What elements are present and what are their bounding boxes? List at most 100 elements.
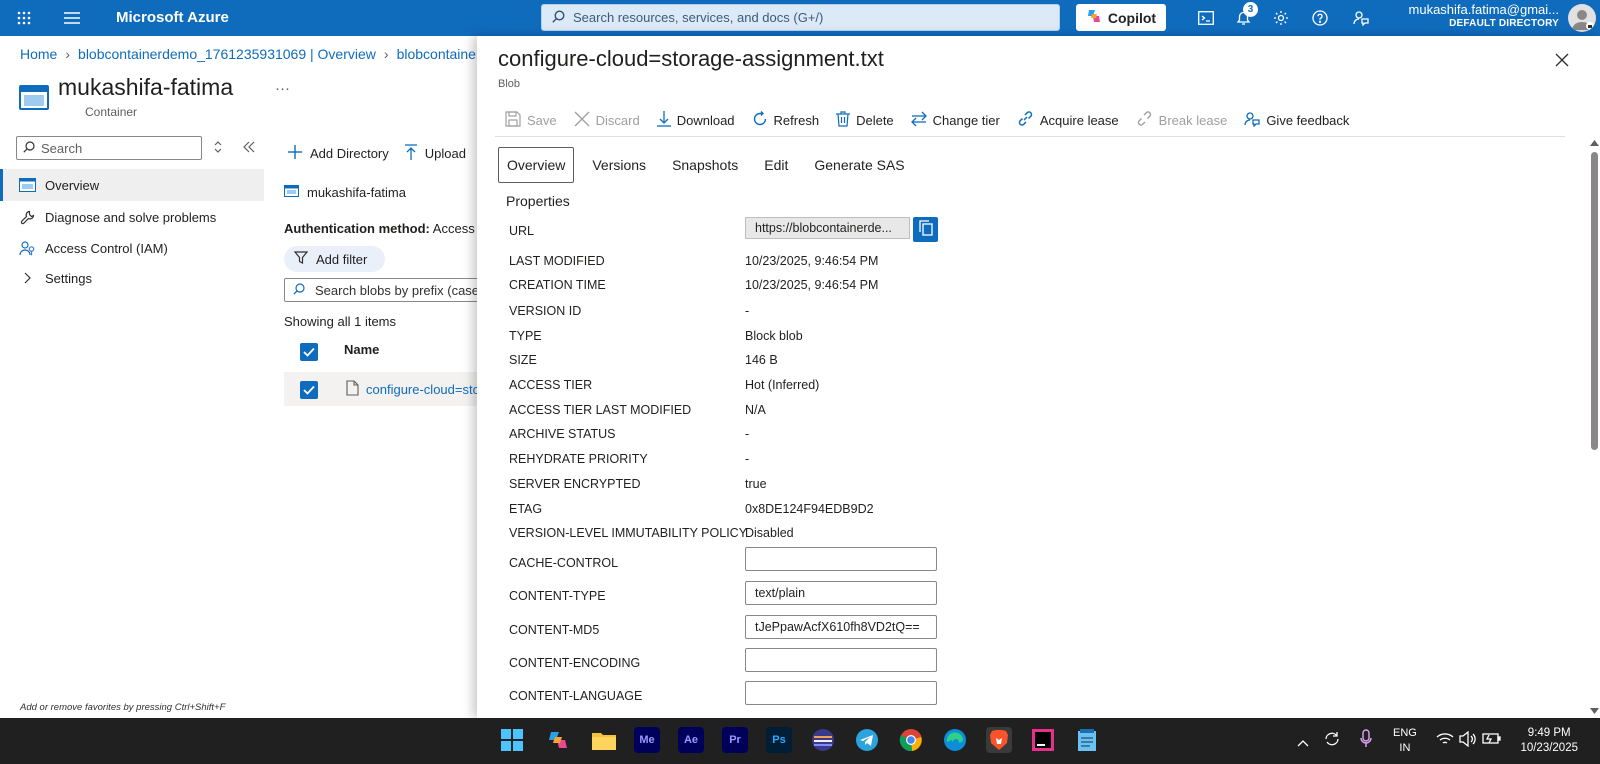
save-button[interactable]: Save	[505, 110, 557, 130]
property-value: 0x8DE124F94EDB9D2	[745, 502, 874, 516]
feedback-icon[interactable]	[1351, 8, 1371, 28]
cloud-shell-icon[interactable]	[1196, 8, 1216, 28]
upload-button[interactable]: Upload	[404, 144, 466, 163]
file-explorer-icon[interactable]	[591, 727, 617, 753]
collapse-sidebar-icon[interactable]	[243, 141, 255, 156]
property-value: 146 B	[745, 353, 778, 367]
items-count: Showing all 1 items	[284, 314, 396, 329]
tab-snapshots[interactable]: Snapshots	[664, 147, 746, 183]
add-directory-button[interactable]: Add Directory	[288, 144, 389, 163]
tab-generate-sas[interactable]: Generate SAS	[806, 147, 912, 183]
blob-search-input[interactable]	[315, 282, 483, 298]
change-tier-button[interactable]: Change tier	[910, 111, 1000, 130]
refresh-button[interactable]: Refresh	[752, 110, 819, 130]
settings-gear-icon[interactable]	[1271, 8, 1291, 28]
system-clock[interactable]: 9:49 PM 10/23/2025	[1520, 726, 1578, 756]
content-language-input[interactable]	[745, 681, 937, 705]
windows-start-icon[interactable]	[499, 727, 525, 753]
refresh-icon	[752, 110, 768, 130]
link-icon	[1017, 110, 1034, 130]
breadcrumb-container[interactable]: blobcontainer	[397, 46, 481, 62]
app-launcher-icon[interactable]	[14, 8, 34, 28]
account-info[interactable]: mukashifa.fatima@gmai... DEFAULT DIRECTO…	[1409, 3, 1559, 31]
telegram-icon[interactable]	[854, 727, 880, 753]
sidebar-search-box[interactable]	[16, 136, 202, 160]
discard-button[interactable]: Discard	[574, 111, 640, 130]
breadcrumb-storage-account[interactable]: blobcontainerdemo_1761235931069 | Overvi…	[78, 46, 376, 62]
scroll-up-arrow-icon[interactable]	[1590, 140, 1599, 146]
wifi-icon[interactable]	[1436, 732, 1454, 749]
column-header-name[interactable]: Name	[344, 342, 379, 357]
brand-title[interactable]: Microsoft Azure	[116, 9, 229, 26]
battery-icon[interactable]	[1482, 731, 1502, 750]
panel-scrollbar[interactable]	[1589, 138, 1600, 718]
avatar[interactable]	[1568, 4, 1596, 32]
blob-name-link[interactable]: configure-cloud=sto	[366, 382, 480, 397]
notepad-icon[interactable]	[1074, 727, 1100, 753]
sidebar-item-overview[interactable]: Overview	[0, 169, 264, 201]
microphone-icon[interactable]	[1360, 729, 1372, 752]
user-email: mukashifa.fatima@gmai...	[1408, 2, 1559, 17]
content-encoding-input[interactable]	[745, 648, 937, 672]
url-field[interactable]: https://blobcontainerde...	[745, 217, 910, 239]
download-button[interactable]: Download	[656, 110, 735, 130]
blob-search-box[interactable]	[284, 278, 484, 302]
panel-subtitle: Blob	[498, 78, 521, 90]
select-all-checkbox[interactable]	[300, 343, 318, 361]
container-resource-icon	[19, 85, 49, 110]
delete-button[interactable]: Delete	[836, 110, 894, 130]
cache-control-input[interactable]	[745, 547, 937, 571]
help-icon[interactable]	[1310, 8, 1330, 28]
content-md5-input[interactable]	[745, 615, 937, 639]
tab-versions[interactable]: Versions	[584, 147, 654, 183]
copy-url-button[interactable]	[913, 217, 938, 242]
tab-overview[interactable]: Overview	[498, 147, 575, 183]
language-code: ENG	[1393, 727, 1417, 739]
azure-top-bar: Microsoft Azure Copilot 3 mukashifa.fati…	[0, 0, 1600, 36]
edge-icon[interactable]	[942, 727, 968, 753]
add-filter-button[interactable]: Add filter	[284, 246, 385, 272]
after-effects-icon[interactable]: Ae	[678, 727, 704, 753]
sidebar-search-input[interactable]	[41, 140, 191, 156]
give-feedback-button[interactable]: Give feedback	[1244, 111, 1349, 130]
save-label: Save	[527, 112, 557, 128]
tab-edit[interactable]: Edit	[756, 147, 796, 183]
scroll-down-arrow-icon[interactable]	[1590, 708, 1599, 714]
show-hidden-icons-chevron-icon[interactable]	[1297, 735, 1309, 750]
sidebar-item-label: Diagnose and solve problems	[45, 209, 217, 225]
sidebar-item-settings[interactable]: Settings	[0, 262, 264, 294]
chrome-icon[interactable]	[898, 727, 924, 753]
jetbrains-icon[interactable]	[1030, 727, 1056, 753]
media-encoder-icon[interactable]: Me	[634, 727, 660, 753]
brave-icon[interactable]	[986, 727, 1012, 753]
sidebar-item-diagnose[interactable]: Diagnose and solve problems	[0, 201, 264, 233]
sync-icon[interactable]	[1323, 730, 1341, 751]
photoshop-icon[interactable]: Ps	[766, 727, 792, 753]
sort-toggle-icon[interactable]	[213, 140, 223, 157]
sidebar-item-label: Access Control (IAM)	[45, 240, 168, 256]
input-language-indicator[interactable]: ENG IN	[1393, 726, 1417, 756]
clock-time: 9:49 PM	[1527, 727, 1571, 739]
global-search-input[interactable]	[573, 10, 1043, 25]
property-value: Disabled	[745, 526, 794, 540]
sidebar-item-access-control[interactable]: Access Control (IAM)	[0, 232, 264, 264]
copilot-button[interactable]: Copilot	[1076, 4, 1166, 31]
change-tier-label: Change tier	[932, 112, 1000, 128]
content-type-input[interactable]	[745, 581, 937, 605]
premiere-pro-icon[interactable]: Pr	[722, 727, 748, 753]
scrollbar-thumb[interactable]	[1591, 152, 1598, 450]
striped-app-icon[interactable]	[810, 727, 836, 753]
hamburger-menu-icon[interactable]	[62, 8, 82, 28]
search-icon	[23, 140, 35, 156]
close-icon[interactable]	[1554, 52, 1570, 68]
more-options-button[interactable]: ···	[275, 80, 290, 97]
container-name[interactable]: mukashifa-fatima	[307, 185, 406, 200]
volume-icon[interactable]	[1459, 730, 1477, 750]
user-directory: DEFAULT DIRECTORY	[1449, 18, 1559, 29]
global-search-box[interactable]	[541, 4, 1060, 31]
row-checkbox[interactable]	[300, 381, 318, 399]
copilot-app-icon[interactable]	[545, 727, 571, 753]
acquire-lease-button[interactable]: Acquire lease	[1017, 110, 1119, 130]
breadcrumb-home[interactable]: Home	[20, 46, 57, 62]
break-lease-button[interactable]: Break lease	[1136, 110, 1227, 130]
